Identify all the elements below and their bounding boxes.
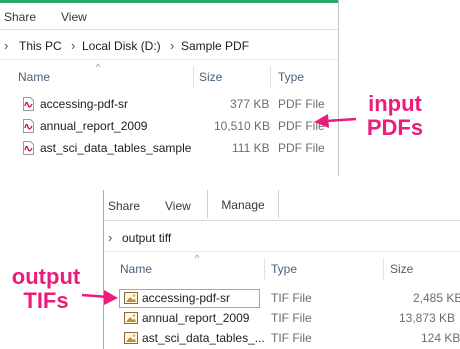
arrow-to-output-tifs (81, 290, 118, 305)
